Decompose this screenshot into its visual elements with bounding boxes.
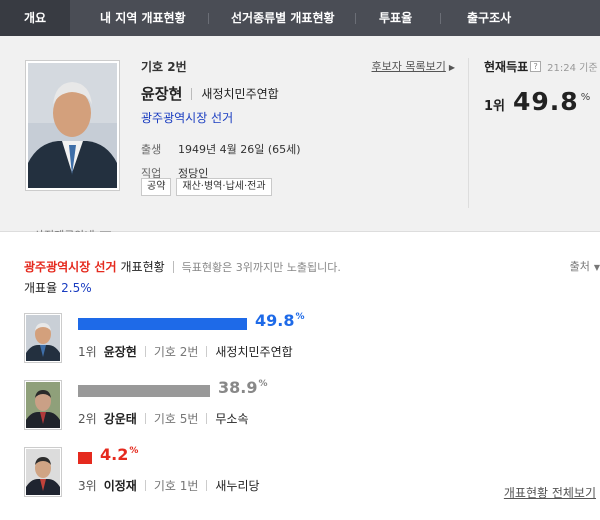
result-name[interactable]: 이정재 — [104, 477, 137, 494]
status-title: 개표현황 — [120, 260, 165, 274]
divider — [206, 480, 208, 491]
candidate-panel: 사진제공안내 ? 기호 2번 후보자 목록보기▶ 윤장현 새정치민주연합 광주광… — [0, 36, 600, 242]
vote-bar — [78, 452, 92, 464]
vote-bar — [78, 318, 247, 330]
current-votes-time: 21:24 기준 — [547, 63, 598, 74]
panel-divider — [468, 58, 469, 208]
result-number: 기호 2번 — [153, 345, 199, 359]
result-meta: 3위 이정재 기호 1번 새누리당 — [78, 477, 260, 494]
result-number: 기호 1번 — [153, 479, 199, 493]
vote-percent-value: 49.8 — [255, 311, 295, 330]
result-meta: 2위 강운태 기호 5번 무소속 — [78, 410, 249, 427]
nav-divider — [208, 13, 209, 24]
candidate-name: 윤장현 — [141, 85, 183, 103]
status-header: 광주광역시장 선거 개표현황 득표현황은 3위까지만 노출됩니다. — [24, 258, 341, 275]
vote-percent: 38.9% — [218, 378, 268, 397]
candidate-name-line: 윤장현 새정치민주연합 — [141, 83, 455, 104]
divider — [206, 413, 208, 424]
current-votes-header: 현재득표 ? 21:24 기준 — [484, 58, 600, 75]
candidate-election[interactable]: 광주광역시장 선거 — [141, 109, 455, 126]
count-rate-label: 개표율 — [24, 281, 58, 295]
tab-overview[interactable]: 개요 — [0, 0, 70, 36]
result-party: 새정치민주연합 — [215, 345, 293, 359]
nav-divider — [440, 13, 441, 24]
birth-value: 1949년 4월 26일 (65세) — [178, 143, 301, 156]
result-name[interactable]: 강운태 — [104, 410, 137, 427]
vote-percent: 49.8% — [255, 311, 305, 330]
vote-percent-value: 38.9 — [218, 378, 258, 397]
source-label: 출처 — [569, 260, 590, 273]
candidate-thumbnail — [24, 380, 62, 430]
candidate-thumbnail — [24, 447, 62, 497]
current-percent: 49.8 — [513, 87, 579, 116]
divider — [191, 87, 193, 100]
tab-my-region[interactable]: 내 지역 개표현황 — [100, 0, 186, 36]
vote-bar — [78, 385, 210, 397]
divider — [144, 346, 146, 357]
result-row: 38.9% 2위 강운태 기호 5번 무소속 — [24, 378, 584, 436]
vote-percent: 4.2% — [100, 445, 138, 464]
result-rank: 3위 — [78, 479, 97, 493]
result-name[interactable]: 윤장현 — [104, 343, 137, 360]
tab-turnout[interactable]: 투표율 — [379, 0, 412, 36]
divider — [172, 260, 174, 273]
candidate-thumbnail — [24, 313, 62, 363]
vote-percent-unit: % — [258, 379, 268, 389]
status-note: 득표현황은 3위까지만 노출됩니다. — [181, 260, 341, 274]
tab-exit-poll[interactable]: 출구조사 — [467, 0, 511, 36]
result-party: 새누리당 — [215, 479, 260, 493]
help-icon[interactable]: ? — [530, 61, 542, 72]
candidate-photo — [25, 60, 120, 191]
birth-key: 출생 — [141, 143, 162, 156]
tab-by-election-type[interactable]: 선거종류별 개표현황 — [231, 0, 335, 36]
result-meta: 1위 윤장현 기호 2번 새정치민주연합 — [78, 343, 293, 360]
chevron-right-icon: ▶ — [448, 63, 455, 72]
vote-percent-value: 4.2 — [100, 445, 129, 464]
candidate-party: 새정치민주연합 — [201, 87, 279, 101]
result-party: 무소속 — [215, 412, 249, 426]
divider — [206, 346, 208, 357]
view-all-results-link[interactable]: 개표현황 전체보기 — [504, 484, 596, 501]
pledge-button[interactable]: 공약 — [141, 178, 172, 196]
result-number: 기호 5번 — [153, 412, 199, 426]
current-rank: 1위 — [484, 99, 506, 114]
current-rank-line: 1위 49.8 % — [484, 87, 600, 116]
nav-divider — [355, 13, 356, 24]
candidate-buttons: 공약 재산·병역·납세·전과 — [141, 178, 277, 196]
chevron-down-icon: ▼ — [593, 263, 600, 272]
current-percent-unit: % — [580, 92, 591, 103]
candidate-list-label: 후보자 목록보기 — [371, 60, 446, 73]
count-rate-value: 2.5% — [61, 281, 92, 295]
property-record-button[interactable]: 재산·병역·납세·전과 — [176, 178, 272, 196]
status-election: 광주광역시장 선거 — [24, 260, 117, 274]
result-rank: 1위 — [78, 345, 97, 359]
vote-percent-unit: % — [129, 446, 139, 456]
counting-status: 광주광역시장 선거 개표현황 득표현황은 3위까지만 노출됩니다. 출처 ▼ 개표… — [0, 232, 600, 520]
count-rate: 개표율 2.5% — [24, 279, 92, 296]
candidate-info: 기호 2번 후보자 목록보기 ▶ 윤장현 새정치민주연합 광주광역시장 선거 출생… — [141, 58, 456, 196]
divider — [144, 480, 146, 491]
top-navigation: 개요 내 지역 개표현황 선거종류별 개표현황 투표율 출구조사 — [0, 0, 600, 36]
source-link[interactable]: 출처 ▼ — [570, 258, 600, 274]
birth-row: 출생 1949년 4월 26일 (65세) — [141, 141, 455, 157]
current-votes: 현재득표 ? 21:24 기준 1위 49.8 % — [484, 58, 600, 116]
divider — [144, 413, 146, 424]
result-row: 49.8% 1위 윤장현 기호 2번 새정치민주연합 — [24, 311, 584, 369]
current-votes-title: 현재득표 — [484, 60, 529, 74]
candidate-list-link[interactable]: 후보자 목록보기 ▶ — [372, 58, 456, 74]
result-row: 4.2% 3위 이정재 기호 1번 새누리당 — [24, 445, 584, 503]
vote-percent-unit: % — [295, 312, 305, 322]
candidate-photo-area: 사진제공안내 ? — [25, 60, 120, 242]
result-rank: 2위 — [78, 412, 97, 426]
